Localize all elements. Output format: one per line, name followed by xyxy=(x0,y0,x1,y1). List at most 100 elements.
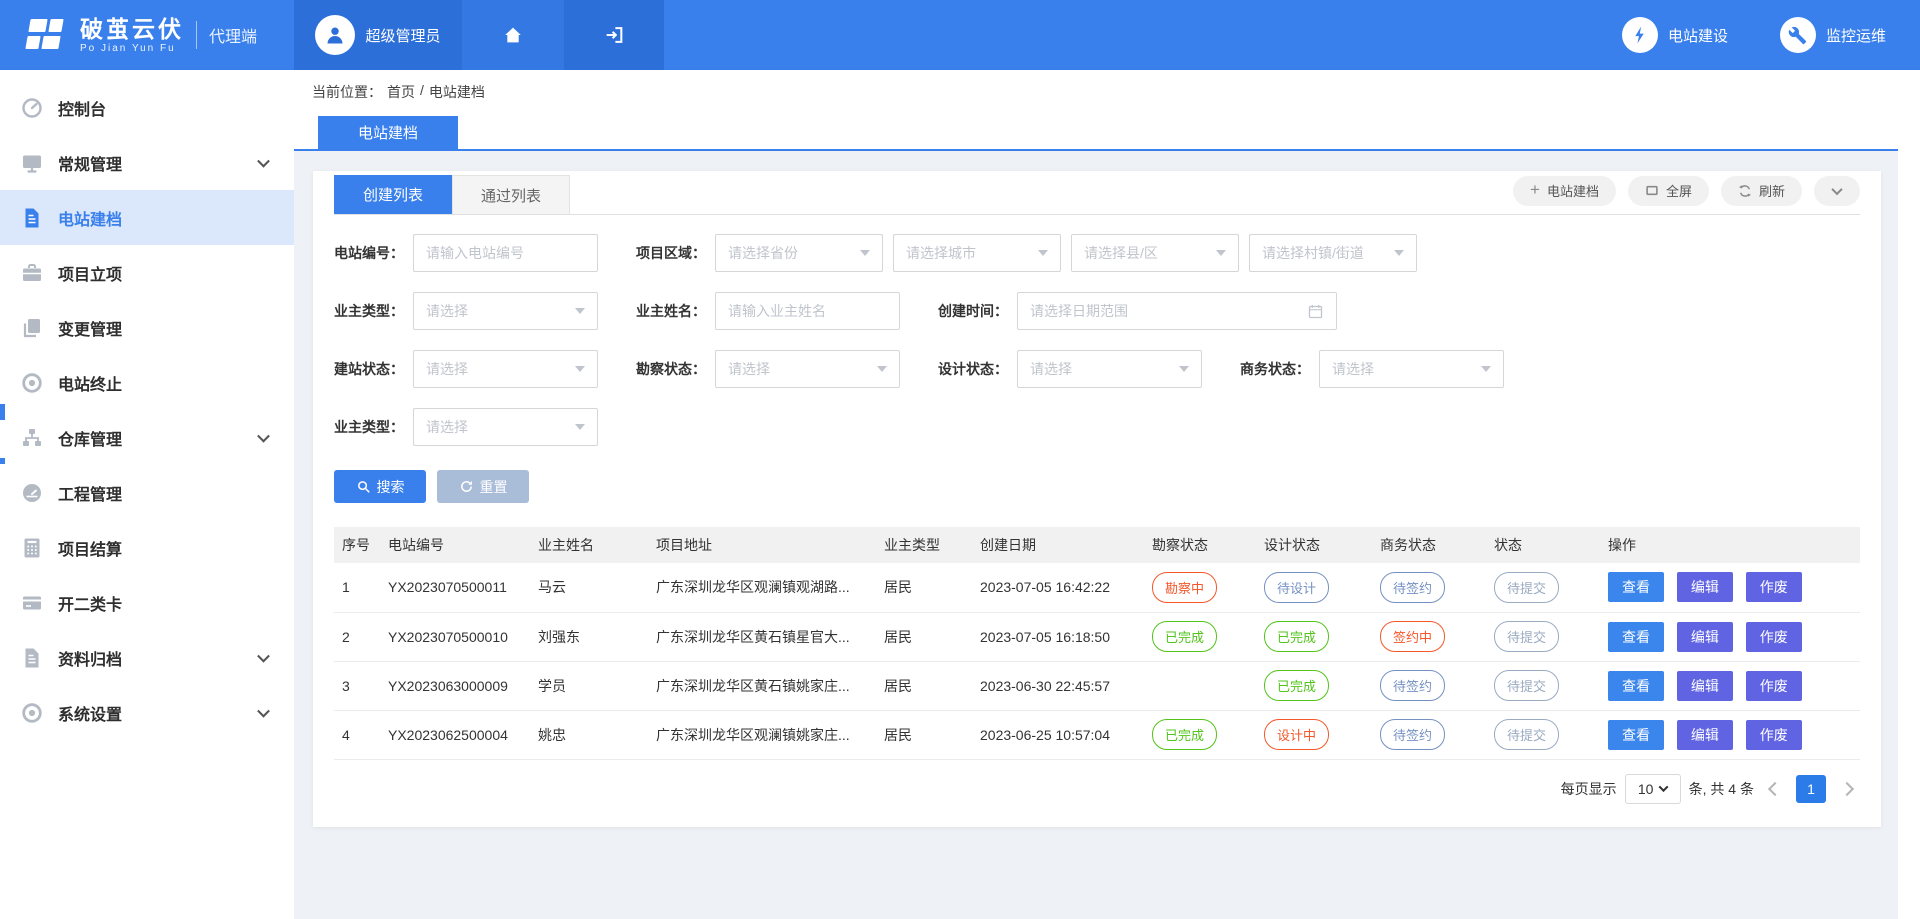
sidebar-item-system-settings[interactable]: 系统设置 xyxy=(0,685,294,740)
edit-button[interactable]: 编辑 xyxy=(1677,622,1733,652)
void-button[interactable]: 作废 xyxy=(1746,671,1802,701)
chevron-down-icon xyxy=(575,366,585,372)
brand-logo: 破茧云伏 Po Jian Yun Fu 代理端 xyxy=(0,0,294,70)
current-user[interactable]: 超级管理员 xyxy=(294,0,462,70)
fullscreen-button[interactable]: 全屏 xyxy=(1628,176,1709,206)
station-no-input[interactable] xyxy=(413,234,598,272)
search-button[interactable]: 搜索 xyxy=(334,470,426,503)
per-page-select[interactable]: 10 xyxy=(1625,774,1681,804)
col-header: 勘察状态 xyxy=(1144,527,1256,563)
edit-button[interactable]: 编辑 xyxy=(1677,572,1733,602)
nav-station-construction[interactable]: 电站建设 xyxy=(1622,17,1728,53)
logout-icon xyxy=(603,24,625,46)
sidebar-item-station-filing[interactable]: 电站建档 xyxy=(0,190,294,245)
view-button[interactable]: 查看 xyxy=(1608,671,1664,701)
status-badge: 待提交 xyxy=(1494,572,1559,603)
collapse-button[interactable] xyxy=(1814,176,1860,206)
cell-no: 3 xyxy=(334,661,380,710)
view-button[interactable]: 查看 xyxy=(1608,622,1664,652)
refresh-icon xyxy=(1738,184,1752,198)
edit-button[interactable]: 编辑 xyxy=(1677,720,1733,750)
void-button[interactable]: 作废 xyxy=(1746,720,1802,750)
sidebar-scroll-indicator xyxy=(0,404,5,420)
sidebar-item-change-mgmt[interactable]: 变更管理 xyxy=(0,300,294,355)
date-range-input[interactable]: 请选择日期范围 xyxy=(1017,292,1337,330)
sidebar-item-general-mgmt[interactable]: 常规管理 xyxy=(0,135,294,190)
field-label: 项目区域： xyxy=(636,243,706,263)
sidebar-menu: 控制台 常规管理 电站建档 xyxy=(0,70,294,740)
sidebar-item-label: 电站建档 xyxy=(58,206,122,230)
home-button[interactable] xyxy=(462,0,564,70)
date-placeholder: 请选择日期范围 xyxy=(1030,301,1128,321)
street-select[interactable]: 请选择村镇/街道 xyxy=(1249,234,1417,272)
sidebar-item-station-termination[interactable]: 电站终止 xyxy=(0,355,294,410)
business-status-select[interactable]: 请选择 xyxy=(1319,350,1504,388)
owner-type-select-2[interactable]: 请选择 xyxy=(413,408,598,446)
design-status-select[interactable]: 请选择 xyxy=(1017,350,1202,388)
tab-passed-list[interactable]: 通过列表 xyxy=(452,175,570,214)
breadcrumb-home-link[interactable]: 首页 xyxy=(387,82,415,102)
sidebar-item-project-initiation[interactable]: 项目立项 xyxy=(0,245,294,300)
view-button[interactable]: 查看 xyxy=(1608,720,1664,750)
void-button[interactable]: 作废 xyxy=(1746,572,1802,602)
logo-subtitle: Po Jian Yun Fu xyxy=(80,43,184,54)
plus-icon: + xyxy=(1530,181,1540,198)
sidebar-item-console[interactable]: 控制台 xyxy=(0,80,294,135)
status-badge: 勘察中 xyxy=(1152,572,1217,603)
survey-status-select[interactable]: 请选择 xyxy=(715,350,900,388)
sidebar-item-warehouse-mgmt[interactable]: 仓库管理 xyxy=(0,410,294,465)
per-page-value: 10 xyxy=(1638,781,1654,797)
col-header: 设计状态 xyxy=(1256,527,1372,563)
sidebar-item-archive[interactable]: 资料归档 xyxy=(0,630,294,685)
next-page-icon[interactable] xyxy=(1840,781,1854,795)
scrollbar-track[interactable] xyxy=(1898,70,1920,919)
field-label: 设计状态： xyxy=(938,359,1008,379)
chevron-down-icon xyxy=(257,704,270,717)
col-header: 创建日期 xyxy=(972,527,1144,563)
select-placeholder: 请选择省份 xyxy=(728,243,798,263)
city-select[interactable]: 请选择城市 xyxy=(893,234,1061,272)
cell-owner: 学员 xyxy=(530,661,648,710)
filter-design-status: 设计状态： 请选择 xyxy=(938,350,1202,388)
status-badge: 已完成 xyxy=(1264,621,1329,652)
edit-button[interactable]: 编辑 xyxy=(1677,671,1733,701)
sidebar-item-engineering-mgmt[interactable]: 工程管理 xyxy=(0,465,294,520)
select-placeholder: 请选择城市 xyxy=(906,243,976,263)
table-row: 4 YX2023062500004 姚忠 广东深圳龙华区观澜镇姚家庄... 居民… xyxy=(334,710,1860,759)
table-row: 1 YX2023070500011 马云 广东深圳龙华区观澜镇观湖路... 居民… xyxy=(334,563,1860,612)
col-header: 业主姓名 xyxy=(530,527,648,563)
owner-type-select[interactable]: 请选择 xyxy=(413,292,598,330)
monitor-icon xyxy=(20,151,44,175)
cell-address: 广东深圳龙华区黄石镇姚家庄... xyxy=(648,661,876,710)
province-select[interactable]: 请选择省份 xyxy=(715,234,883,272)
field-label: 商务状态： xyxy=(1240,359,1310,379)
file-icon xyxy=(20,646,44,670)
county-select[interactable]: 请选择县/区 xyxy=(1071,234,1239,272)
view-button[interactable]: 查看 xyxy=(1608,572,1664,602)
create-station-button[interactable]: + 电站建档 xyxy=(1513,176,1616,206)
reset-button[interactable]: 重置 xyxy=(437,470,529,503)
tab-create-list[interactable]: 创建列表 xyxy=(334,175,452,214)
cell-no: 4 xyxy=(334,710,380,759)
prev-page-icon[interactable] xyxy=(1768,781,1782,795)
target-icon xyxy=(20,371,44,395)
logo-text: 破茧云伏 Po Jian Yun Fu xyxy=(80,17,184,54)
status-badge: 已完成 xyxy=(1152,621,1217,652)
nav-monitor-ops[interactable]: 监控运维 xyxy=(1780,17,1886,53)
sidebar-item-open-card[interactable]: 开二类卡 xyxy=(0,575,294,630)
col-header: 序号 xyxy=(334,527,380,563)
build-status-select[interactable]: 请选择 xyxy=(413,350,598,388)
logout-button[interactable] xyxy=(564,0,664,70)
sidebar-item-project-settlement[interactable]: 项目结算 xyxy=(0,520,294,575)
main-area: 当前位置： 首页 / 电站建档 电站建档 创建列表 通过列表 + 电站建档 xyxy=(294,70,1920,919)
select-placeholder: 请选择 xyxy=(426,301,468,321)
void-button[interactable]: 作废 xyxy=(1746,622,1802,652)
owner-name-input[interactable] xyxy=(715,292,900,330)
table-header-row: 序号 电站编号 业主姓名 项目地址 业主类型 创建日期 勘察状态 设计状态 商务… xyxy=(334,527,1860,563)
dashboard-icon xyxy=(20,96,44,120)
sidebar-item-label: 系统设置 xyxy=(58,701,122,725)
page-number-button[interactable]: 1 xyxy=(1796,775,1826,803)
refresh-button[interactable]: 刷新 xyxy=(1721,176,1802,206)
sidebar-item-label: 电站终止 xyxy=(58,371,122,395)
page-tab-station-filing[interactable]: 电站建档 xyxy=(318,116,458,149)
